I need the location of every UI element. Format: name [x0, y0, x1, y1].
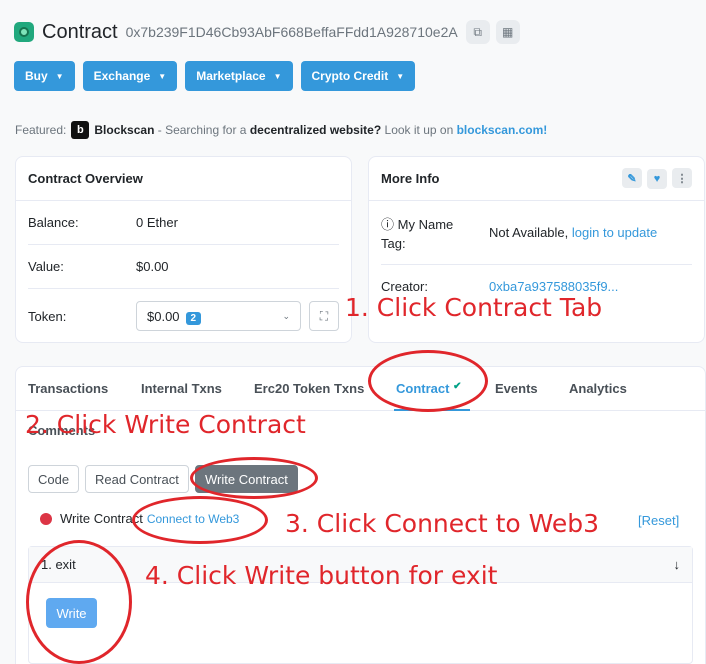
contract-overview-card: Contract Overview Balance: 0 Ether Value:…	[15, 156, 352, 343]
contract-address: 0x7b239F1D46Cb93AbF668BeffaFFdd1A928710e…	[125, 24, 458, 40]
chevron-down-icon: ▼	[396, 71, 405, 81]
heart-icon[interactable]: ♥	[647, 168, 667, 189]
contract-avatar-icon	[14, 22, 34, 42]
highlight-connect-web3	[132, 496, 268, 544]
contract-overview-title: Contract Overview	[16, 157, 351, 201]
more-info-title: More Info	[381, 171, 440, 186]
creator-address-link[interactable]: 0xba7a937588035f9...	[489, 279, 618, 294]
highlight-write-contract	[190, 457, 318, 499]
chevron-down-icon: ▼	[158, 71, 167, 81]
token-dropdown[interactable]: $0.00 2 ⌄	[136, 301, 301, 331]
buy-button[interactable]: Buy ▼	[14, 61, 75, 91]
balance-value: 0 Ether	[136, 215, 178, 230]
tab-internal-txns[interactable]: Internal Txns	[141, 381, 222, 396]
tab-analytics[interactable]: Analytics	[569, 381, 627, 396]
featured-brand: Blockscan	[94, 123, 155, 137]
page-header: Contract 0x7b239F1D46Cb93AbF668BeffaFFdd…	[14, 18, 526, 46]
read-contract-button[interactable]: Read Contract	[85, 465, 189, 493]
exchange-button[interactable]: Exchange ▼	[82, 61, 178, 91]
help-circle-icon: ⓘ	[381, 217, 395, 232]
crypto-credit-button[interactable]: Crypto Credit ▼	[300, 61, 416, 91]
name-tag-value: Not Available,	[489, 225, 569, 240]
disconnected-status-dot	[40, 512, 52, 525]
value-value: $0.00	[136, 259, 169, 274]
reset-link[interactable]: [Reset]	[638, 513, 679, 528]
qr-code-icon[interactable]: ▦	[495, 20, 520, 44]
blockscan-link[interactable]: blockscan.com!	[457, 123, 548, 137]
token-count-badge: 2	[185, 311, 202, 325]
chevron-down-icon: ⌄	[282, 310, 290, 321]
code-button[interactable]: Code	[28, 465, 80, 493]
annotation-step-4: 4. Click Write button for exit	[145, 561, 498, 590]
arrow-down-icon: ↓	[673, 557, 681, 572]
blockscan-logo-icon: b	[71, 121, 90, 139]
more-options-icon[interactable]: ⋮	[672, 168, 692, 189]
write-contract-status-label: Write Contract	[60, 511, 143, 526]
chevron-down-icon: ▼	[55, 71, 64, 81]
featured-banner: Featured: b Blockscan - Searching for a …	[15, 121, 548, 139]
tab-events[interactable]: Events	[495, 381, 538, 396]
login-to-update-link[interactable]: login to update	[572, 225, 657, 240]
action-buttons: Buy ▼ Exchange ▼ Marketplace ▼ Crypto Credi…	[14, 61, 423, 91]
tab-transactions[interactable]: Transactions	[28, 381, 108, 396]
annotation-step-2: 2. Click Write Contract	[25, 410, 306, 439]
tab-bar: Transactions Internal Txns Erc20 Token T…	[16, 367, 705, 411]
page-title: Contract	[42, 20, 118, 43]
tab-erc20-token-txns[interactable]: Erc20 Token Txns	[254, 381, 364, 396]
annotation-step-1: 1. Click Contract Tab	[345, 293, 603, 322]
highlight-contract-tab	[368, 350, 488, 412]
marketplace-button[interactable]: Marketplace ▼	[185, 61, 293, 91]
expand-icon[interactable]: ⛶	[309, 301, 339, 331]
chevron-down-icon: ▼	[273, 71, 282, 81]
highlight-write-button	[26, 540, 132, 664]
annotation-step-3: 3. Click Connect to Web3	[285, 509, 600, 538]
magic-wand-icon[interactable]: ✎	[622, 168, 642, 189]
copy-icon[interactable]: ⧉	[465, 20, 490, 44]
